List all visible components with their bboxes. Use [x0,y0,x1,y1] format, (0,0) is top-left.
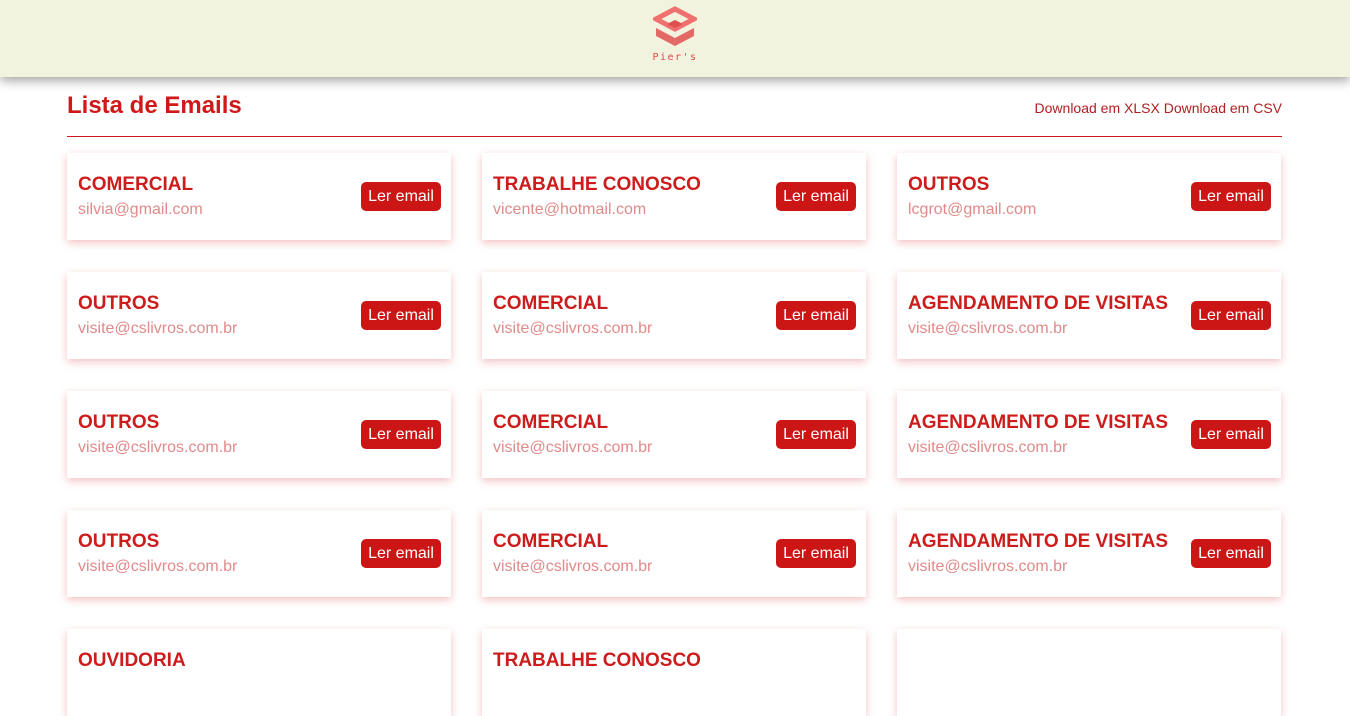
email-address: lcgrot@gmail.com [908,201,1037,218]
email-subject: AGENDAMENTO DE VISITAS [908,293,1169,314]
read-email-button[interactable]: Ler email [776,539,856,568]
email-card [897,629,1281,716]
email-card: TRABALHE CONOSCO vicente@hotmail.com Ler… [482,153,866,240]
read-email-button[interactable]: Ler email [361,420,441,449]
email-address: silvia@gmail.com [78,201,203,218]
page-title: Lista de Emails [67,92,242,119]
logo-text: Pier's [652,52,698,63]
email-address: visite@cslivros.com.br [908,439,1068,456]
email-address: visite@cslivros.com.br [78,320,238,337]
email-subject: OUTROS [908,174,990,195]
email-subject: TRABALHE CONOSCO [493,650,701,671]
email-card: OUVIDORIA [67,629,451,716]
email-subject: COMERCIAL [493,412,609,433]
email-subject: COMERCIAL [493,293,609,314]
email-subject: COMERCIAL [493,531,609,552]
email-address: visite@cslivros.com.br [78,558,238,575]
email-card: COMERCIAL visite@cslivros.com.br Ler ema… [482,510,866,597]
email-card: COMERCIAL visite@cslivros.com.br Ler ema… [482,391,866,478]
email-subject: OUTROS [78,293,160,314]
email-address: vicente@hotmail.com [493,201,647,218]
email-address: visite@cslivros.com.br [493,439,653,456]
email-card: TRABALHE CONOSCO [482,629,866,716]
download-xlsx-link[interactable]: Download em XLSX [1035,100,1160,116]
email-address: visite@cslivros.com.br [78,439,238,456]
read-email-button[interactable]: Ler email [1191,420,1271,449]
email-subject: AGENDAMENTO DE VISITAS [908,412,1169,433]
email-card: AGENDAMENTO DE VISITAS visite@cslivros.c… [897,391,1281,478]
email-subject: OUVIDORIA [78,650,186,671]
read-email-button[interactable]: Ler email [776,182,856,211]
email-card: OUTROS visite@cslivros.com.br Ler email [67,272,451,359]
email-card: COMERCIAL silvia@gmail.com Ler email [67,153,451,240]
read-email-button[interactable]: Ler email [361,301,441,330]
read-email-button[interactable]: Ler email [776,420,856,449]
download-links: Download em XLSX Download em CSV [1035,100,1282,116]
email-subject: TRABALHE CONOSCO [493,174,701,195]
read-email-button[interactable]: Ler email [1191,182,1271,211]
top-header: Pier's [0,0,1350,77]
email-card: OUTROS visite@cslivros.com.br Ler email [67,391,451,478]
email-address: visite@cslivros.com.br [493,320,653,337]
email-address: visite@cslivros.com.br [493,558,653,575]
read-email-button[interactable]: Ler email [361,182,441,211]
email-card: AGENDAMENTO DE VISITAS visite@cslivros.c… [897,272,1281,359]
email-address: visite@cslivros.com.br [908,558,1068,575]
email-subject: COMERCIAL [78,174,194,195]
brand-logo[interactable]: Pier's [648,6,702,72]
email-card: AGENDAMENTO DE VISITAS visite@cslivros.c… [897,510,1281,597]
read-email-button[interactable]: Ler email [361,539,441,568]
email-card: COMERCIAL visite@cslivros.com.br Ler ema… [482,272,866,359]
read-email-button[interactable]: Ler email [1191,301,1271,330]
logo-icon [653,6,697,46]
email-card: OUTROS lcgrot@gmail.com Ler email [897,153,1281,240]
download-csv-link[interactable]: Download em CSV [1164,100,1282,116]
title-divider [67,136,1282,137]
email-list: COMERCIAL silvia@gmail.com Ler email TRA… [67,153,1282,716]
read-email-button[interactable]: Ler email [1191,539,1271,568]
read-email-button[interactable]: Ler email [776,301,856,330]
email-subject: OUTROS [78,531,160,552]
email-subject: OUTROS [78,412,160,433]
email-card: OUTROS visite@cslivros.com.br Ler email [67,510,451,597]
email-subject: AGENDAMENTO DE VISITAS [908,531,1169,552]
email-address: visite@cslivros.com.br [908,320,1068,337]
